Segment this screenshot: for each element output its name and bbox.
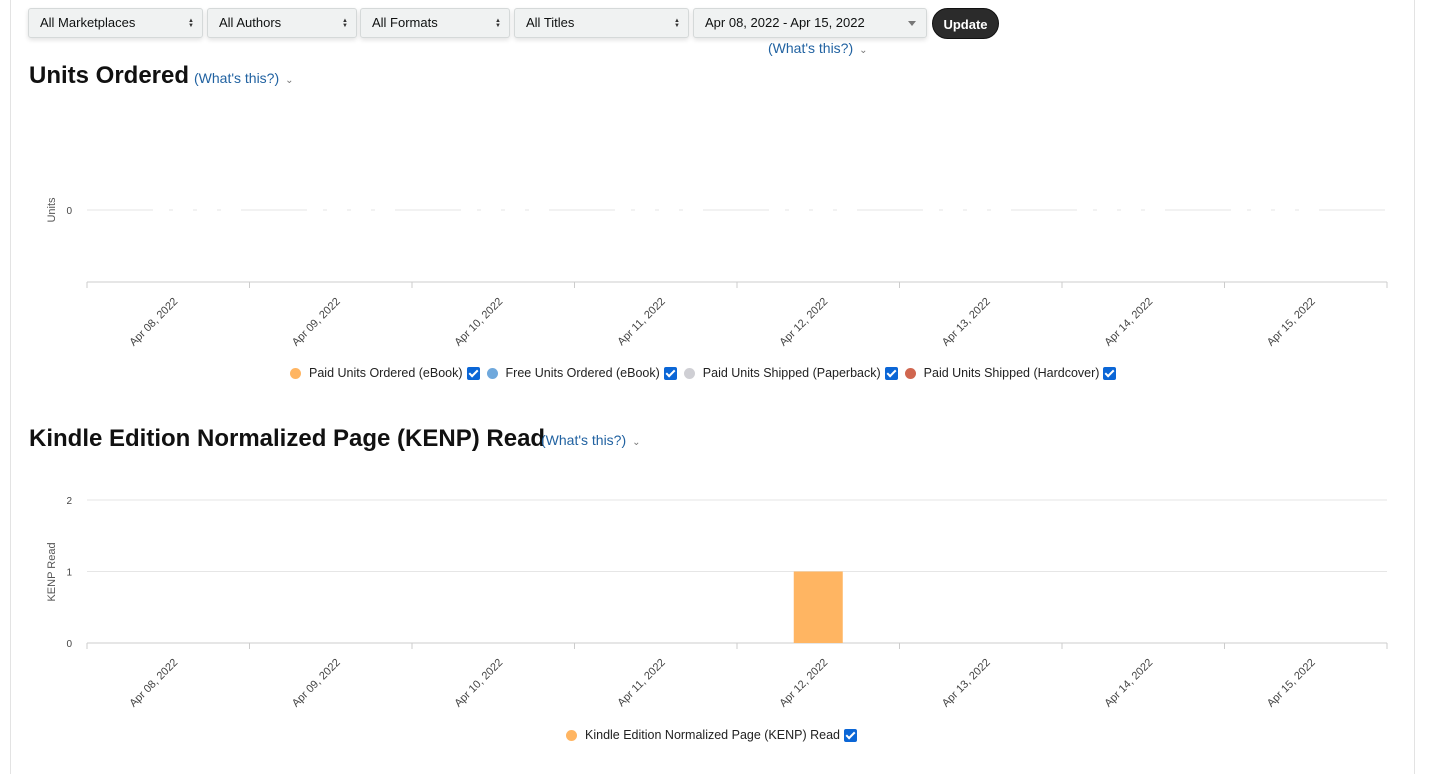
x-tick-label: Apr 10, 2022 bbox=[452, 657, 505, 710]
x-tick-label: Apr 11, 2022 bbox=[615, 657, 667, 709]
y-tick-label: 0 bbox=[66, 639, 72, 650]
caret-down-icon bbox=[908, 21, 916, 26]
x-tick-label: Apr 09, 2022 bbox=[290, 296, 343, 349]
x-tick-label: Apr 14, 2022 bbox=[1102, 657, 1155, 710]
chevron-down-icon: ⌄ bbox=[859, 45, 868, 56]
legend-label: Kindle Edition Normalized Page (KENP) Re… bbox=[585, 728, 840, 742]
units-ordered-title: Units Ordered bbox=[29, 62, 190, 89]
y-axis-label: Units bbox=[46, 197, 58, 223]
kenp-legend: Kindle Edition Normalized Page (KENP) Re… bbox=[566, 728, 864, 742]
legend-item: Paid Units Shipped (Hardcover) bbox=[904, 366, 1122, 380]
legend-item: Free Units Ordered (eBook) bbox=[486, 366, 682, 380]
date-whats-this-link[interactable]: (What's this?) ⌄ bbox=[768, 40, 868, 56]
x-tick-label: Apr 15, 2022 bbox=[1265, 657, 1318, 710]
x-tick-label: Apr 13, 2022 bbox=[940, 296, 993, 349]
formats-select-value: All Formats bbox=[372, 15, 438, 30]
select-arrows-icon: ▲ ▼ bbox=[342, 18, 348, 29]
units-legend: Paid Units Ordered (eBook) Free Units Ord… bbox=[290, 366, 1123, 380]
kenp-title: Kindle Edition Normalized Page (KENP) Re… bbox=[29, 425, 546, 452]
select-arrows-icon: ▲ ▼ bbox=[674, 18, 680, 29]
legend-label: Paid Units Ordered (eBook) bbox=[309, 366, 463, 380]
y-tick-label: 0 bbox=[66, 206, 72, 217]
date-range-select[interactable]: Apr 08, 2022 - Apr 15, 2022 bbox=[693, 8, 927, 38]
bar bbox=[793, 571, 843, 643]
legend-checkbox[interactable] bbox=[663, 366, 677, 380]
legend-swatch bbox=[486, 367, 498, 379]
y-axis-label: KENP Read bbox=[46, 542, 58, 601]
x-tick-label: Apr 14, 2022 bbox=[1102, 296, 1155, 349]
legend-checkbox[interactable] bbox=[884, 366, 898, 380]
legend-item: Kindle Edition Normalized Page (KENP) Re… bbox=[566, 728, 862, 742]
x-tick-label: Apr 12, 2022 bbox=[777, 296, 830, 349]
legend-swatch bbox=[904, 367, 916, 379]
date-range-value: Apr 08, 2022 - Apr 15, 2022 bbox=[705, 15, 865, 30]
legend-item: Paid Units Ordered (eBook) bbox=[290, 366, 485, 380]
legend-checkbox[interactable] bbox=[844, 728, 857, 742]
x-tick-label: Apr 12, 2022 bbox=[777, 657, 830, 710]
authors-select-value: All Authors bbox=[219, 15, 282, 30]
legend-label: Paid Units Shipped (Hardcover) bbox=[923, 366, 1100, 380]
units-whats-this-link[interactable]: (What's this?) ⌄ bbox=[194, 70, 294, 86]
legend-label: Paid Units Shipped (Paperback) bbox=[702, 366, 881, 380]
select-arrows-icon: ▲ ▼ bbox=[188, 18, 194, 29]
legend-swatch bbox=[290, 367, 301, 379]
titles-select-value: All Titles bbox=[526, 15, 575, 30]
x-tick-label: Apr 10, 2022 bbox=[452, 296, 505, 349]
x-tick-label: Apr 15, 2022 bbox=[1265, 296, 1318, 349]
units-ordered-chart: Units 0 Apr 08, 2022 Apr 09, 2022 Apr 10, 20… bbox=[46, 197, 1388, 349]
kenp-chart: KENP Read 0 1 2 Apr 08, 2022 Apr 09, 2022 Apr … bbox=[46, 496, 1388, 710]
kenp-whats-this-label: (What's this?) bbox=[541, 432, 627, 448]
chevron-down-icon: ⌄ bbox=[632, 437, 641, 448]
y-tick-label: 1 bbox=[66, 568, 72, 579]
x-tick-label: Apr 13, 2022 bbox=[940, 657, 993, 710]
legend-swatch bbox=[683, 367, 695, 379]
legend-checkbox[interactable] bbox=[1103, 366, 1117, 380]
x-tick-label: Apr 08, 2022 bbox=[127, 296, 180, 349]
legend-label: Free Units Ordered (eBook) bbox=[505, 366, 660, 380]
update-button[interactable]: Update bbox=[932, 8, 999, 39]
legend-swatch bbox=[566, 729, 577, 741]
x-tick-label: Apr 09, 2022 bbox=[290, 657, 343, 710]
kenp-whats-this-link[interactable]: (What's this?) ⌄ bbox=[541, 432, 641, 448]
units-whats-this-label: (What's this?) bbox=[194, 70, 280, 86]
x-tick-label: Apr 11, 2022 bbox=[615, 296, 667, 348]
legend-item: Paid Units Shipped (Paperback) bbox=[683, 366, 903, 380]
chevron-down-icon: ⌄ bbox=[285, 75, 294, 86]
x-tick-label: Apr 08, 2022 bbox=[127, 657, 180, 710]
date-whats-this-label: (What's this?) bbox=[768, 40, 854, 56]
y-tick-label: 2 bbox=[66, 496, 72, 507]
titles-select[interactable]: All Titles ▲ ▼ bbox=[514, 8, 689, 38]
legend-checkbox[interactable] bbox=[466, 366, 480, 380]
authors-select[interactable]: All Authors ▲ ▼ bbox=[207, 8, 357, 38]
marketplace-select[interactable]: All Marketplaces ▲ ▼ bbox=[28, 8, 203, 38]
select-arrows-icon: ▲ ▼ bbox=[495, 18, 501, 29]
marketplace-select-value: All Marketplaces bbox=[40, 15, 136, 30]
formats-select[interactable]: All Formats ▲ ▼ bbox=[360, 8, 510, 38]
